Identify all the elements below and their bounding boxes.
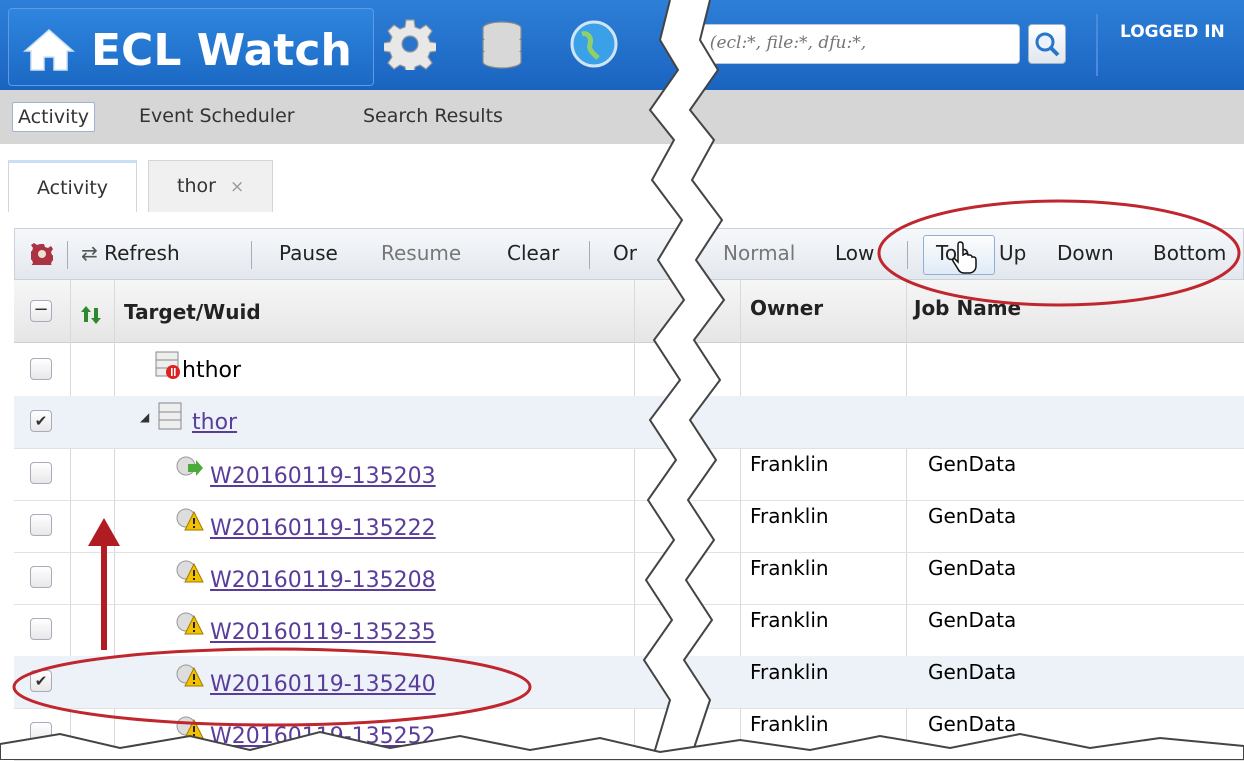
sort-arrows-icon[interactable] — [80, 304, 102, 326]
workunit-warning-icon — [176, 612, 204, 635]
workunit-warning-icon — [176, 508, 204, 531]
owner-cell: Franklin — [750, 452, 829, 476]
tab-label: Activity — [37, 177, 109, 199]
annotation-ellipse-toolbar — [877, 199, 1241, 307]
row-checkbox[interactable] — [30, 566, 52, 588]
tab-activity[interactable]: Activity — [8, 160, 138, 212]
column-owner[interactable]: Owner — [750, 296, 823, 320]
owner-cell: Franklin — [750, 660, 829, 684]
owner-cell: Franklin — [750, 556, 829, 580]
cluster-icon — [158, 402, 182, 430]
workunit-link[interactable]: W20160119-135222 — [210, 516, 436, 541]
pause-button[interactable]: Pause — [279, 241, 338, 265]
tab-label: thor — [177, 175, 216, 197]
select-all-checkbox[interactable]: − — [30, 300, 52, 322]
job-name-cell: GenData — [928, 556, 1017, 580]
row-checkbox[interactable] — [30, 514, 52, 536]
toolbar-divider — [589, 241, 590, 269]
torn-edge-divider — [642, 0, 726, 760]
annotation-arrow-up — [88, 518, 120, 650]
owner-cell: Franklin — [750, 504, 829, 528]
toolbar-divider — [251, 241, 252, 269]
job-name-cell: GenData — [928, 452, 1017, 476]
cluster-stopped-icon — [155, 351, 180, 379]
subnav-event-scheduler[interactable]: Event Scheduler — [134, 102, 300, 130]
cluster-name: hthor — [182, 358, 242, 383]
owner-cell: Franklin — [750, 608, 829, 632]
database-icon[interactable] — [480, 20, 524, 70]
workunit-running-icon — [176, 456, 203, 476]
job-name-cell: GenData — [928, 608, 1017, 632]
workunit-warning-icon — [176, 560, 204, 583]
refresh-button[interactable]: ⇄ Refresh — [81, 241, 180, 265]
logged-in-label: LOGGED IN — [1120, 22, 1225, 42]
priority-low-button[interactable]: Low — [835, 241, 874, 265]
workunit-link[interactable]: W20160119-135203 — [210, 464, 436, 489]
home-icon — [23, 29, 75, 71]
torn-edge-bottom — [0, 730, 1244, 760]
app-title: ECL Watch — [91, 25, 352, 76]
cluster-link[interactable]: thor — [192, 410, 237, 435]
column-target-wuid[interactable]: Target/Wuid — [124, 300, 261, 324]
search-icon[interactable] — [1028, 24, 1066, 64]
home-logo-button[interactable]: ECL Watch — [8, 8, 374, 86]
refresh-label: Refresh — [104, 241, 180, 265]
clear-button[interactable]: Clear — [507, 241, 559, 265]
gear-icon[interactable] — [31, 243, 53, 265]
row-checkbox[interactable] — [30, 462, 52, 484]
header-divider — [1096, 14, 1098, 76]
job-name-cell: GenData — [928, 660, 1017, 684]
subnav-search-results[interactable]: Search Results — [358, 102, 508, 130]
workunit-link[interactable]: W20160119-135208 — [210, 568, 436, 593]
workunit-link[interactable]: W20160119-135235 — [210, 620, 436, 645]
row-checkbox[interactable] — [30, 358, 52, 380]
tab-thor[interactable]: thor × — [148, 160, 274, 212]
job-name-cell: GenData — [928, 504, 1017, 528]
search-input[interactable] — [697, 25, 1011, 61]
expand-triangle-icon[interactable]: ◢ — [140, 410, 149, 424]
toolbar-divider — [67, 241, 68, 269]
gear-icon[interactable] — [384, 18, 436, 70]
subnav-activity[interactable]: Activity — [12, 102, 96, 132]
refresh-icon: ⇄ — [81, 241, 105, 265]
row-checkbox[interactable]: ✔ — [30, 410, 52, 432]
close-icon[interactable]: × — [230, 177, 244, 197]
resume-button[interactable]: Resume — [381, 241, 461, 265]
row-checkbox[interactable] — [30, 618, 52, 640]
